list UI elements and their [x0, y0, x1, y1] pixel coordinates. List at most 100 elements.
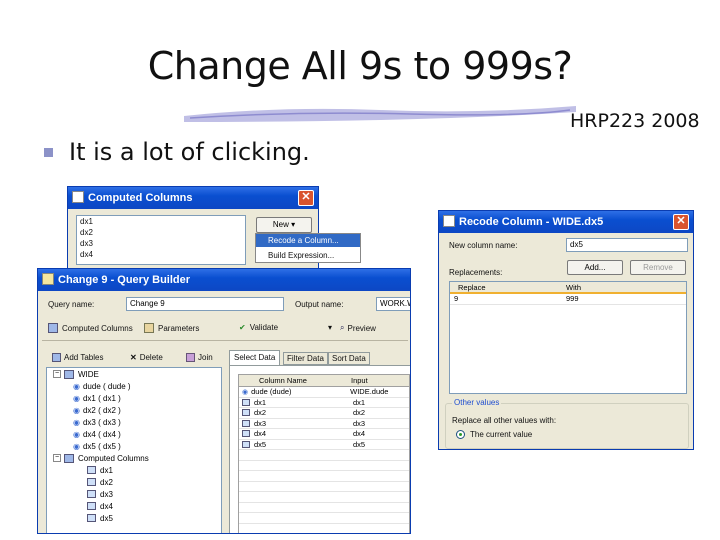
input-cell[interactable]: dx1: [349, 398, 365, 407]
tree-item[interactable]: ◉ dx1 ( dx1 ): [47, 392, 221, 404]
tab-select-data[interactable]: Select Data: [229, 350, 281, 365]
delete-icon: ✕: [130, 353, 137, 362]
title-underline-decoration: [184, 106, 576, 122]
tree-item[interactable]: ◉ dx4 ( dx4 ): [47, 428, 221, 440]
add-tables-button[interactable]: Add Tables: [52, 353, 103, 362]
query-icon: [42, 273, 54, 285]
grid-icon: [87, 478, 96, 486]
output-name-label: Output name:: [295, 300, 344, 309]
query-name-input[interactable]: Change 9: [126, 297, 284, 311]
tree-item[interactable]: dx1: [47, 464, 221, 476]
tree-item[interactable]: ◉ dude ( dude ): [47, 380, 221, 392]
column-name-cell[interactable]: dx1: [254, 398, 349, 407]
tree-item-label: dx3 ( dx3 ): [82, 417, 121, 427]
empty-row: [239, 461, 409, 471]
column-icon: ◉: [73, 405, 80, 415]
tree-item[interactable]: dx5: [47, 512, 221, 524]
table-row[interactable]: ◉ dude (dude) WIDE.dude: [239, 387, 409, 398]
current-value-option[interactable]: The current value: [456, 430, 532, 439]
computed-columns-titlebar: Computed Columns ✕: [68, 187, 318, 209]
new-button[interactable]: New ▾: [256, 217, 312, 233]
checkmark-icon: ✔: [239, 323, 246, 332]
input-cell[interactable]: dx2: [349, 408, 365, 417]
grid-icon: [87, 466, 96, 474]
column-header[interactable]: With: [560, 283, 581, 292]
column-icon: ◉: [73, 429, 80, 439]
tables-tree[interactable]: − WIDE ◉ dude ( dude ) ◉ dx1 ( dx1 ) ◉ dx2 …: [46, 367, 222, 533]
tree-item[interactable]: dx2: [47, 476, 221, 488]
menu-item-recode[interactable]: Recode a Column...: [256, 234, 360, 247]
radio-selected-icon[interactable]: [456, 430, 465, 439]
tab-filter-data[interactable]: Filter Data: [283, 352, 328, 365]
tree-item[interactable]: ◉ dx3 ( dx3 ): [47, 416, 221, 428]
tree-item[interactable]: ◉ dx5 ( dx5 ): [47, 440, 221, 452]
tree-item-label: dx4 ( dx4 ): [82, 429, 121, 439]
preview-icon: ⌕: [340, 323, 345, 332]
menu-item-build-expression[interactable]: Build Expression...: [256, 249, 360, 262]
column-name-cell[interactable]: dude (dude): [251, 387, 346, 396]
input-cell[interactable]: dx4: [349, 429, 365, 438]
dropdown-arrow-icon[interactable]: ▾: [328, 323, 332, 332]
list-item[interactable]: dx2: [77, 227, 245, 238]
table-row[interactable]: dx5 dx5: [239, 440, 409, 450]
table-row[interactable]: dx4 dx4: [239, 429, 409, 440]
grid-header: Column Name Input: [239, 375, 409, 387]
replacements-grid[interactable]: Replace With 9 999: [449, 281, 687, 394]
grid-icon: [242, 430, 250, 438]
empty-row: [239, 450, 409, 461]
collapse-icon[interactable]: −: [53, 454, 61, 462]
computed-list[interactable]: dx1 dx2 dx3 dx4: [76, 215, 246, 265]
column-name-cell[interactable]: dx3: [254, 419, 349, 428]
query-builder-titlebar: Change 9 - Query Builder: [38, 269, 410, 291]
table-row[interactable]: dx2 dx2: [239, 408, 409, 419]
column-name-cell[interactable]: dx4: [254, 429, 349, 438]
option-label: The current value: [470, 430, 533, 439]
remove-button[interactable]: Remove: [630, 260, 686, 275]
tree-item[interactable]: ◉ dx2 ( dx2 ): [47, 404, 221, 416]
table-row[interactable]: 9 999: [450, 294, 686, 305]
input-cell[interactable]: WIDE.dude: [346, 387, 388, 396]
tree-item[interactable]: dx3: [47, 488, 221, 500]
column-header[interactable]: Input: [347, 376, 368, 385]
input-cell[interactable]: dx5: [349, 440, 365, 449]
input-cell[interactable]: dx3: [349, 419, 365, 428]
table-row[interactable]: dx3 dx3: [239, 419, 409, 429]
join-button[interactable]: Join: [186, 353, 213, 362]
add-table-icon: [52, 353, 61, 362]
tree-root-label: WIDE: [78, 369, 99, 379]
tree-item-label: dx2: [100, 477, 113, 487]
column-header[interactable]: Column Name: [239, 376, 347, 385]
tree-item[interactable]: dx4: [47, 500, 221, 512]
tree-node-wide[interactable]: − WIDE: [47, 368, 221, 380]
with-value[interactable]: 999: [560, 294, 579, 303]
collapse-icon[interactable]: −: [53, 370, 61, 378]
tree-node-computed[interactable]: − Computed Columns: [47, 452, 221, 464]
table-icon: [48, 323, 58, 333]
column-name-cell[interactable]: dx5: [254, 440, 349, 449]
preview-button[interactable]: ⌕ Preview: [340, 323, 376, 333]
column-header[interactable]: Replace: [450, 283, 560, 292]
columns-grid[interactable]: Column Name Input ◉ dude (dude) WIDE.dude d…: [238, 374, 410, 533]
replace-value[interactable]: 9: [450, 294, 560, 303]
validate-button[interactable]: ✔ Validate: [239, 323, 278, 332]
empty-row: [239, 503, 409, 513]
new-menu: Recode a Column... Build Expression...: [255, 233, 361, 263]
parameters-button[interactable]: Parameters: [144, 323, 199, 333]
list-item[interactable]: dx4: [77, 249, 245, 260]
tab-sort-data[interactable]: Sort Data: [328, 352, 370, 365]
join-label: Join: [198, 353, 213, 362]
table-row[interactable]: dx1 dx1: [239, 398, 409, 408]
close-button[interactable]: ✕: [298, 190, 314, 206]
column-icon: ◉: [73, 441, 80, 451]
output-name-input[interactable]: WORK.W: [376, 297, 410, 311]
new-column-name-input[interactable]: dx5: [566, 238, 688, 252]
close-button[interactable]: ✕: [673, 214, 689, 230]
computed-columns-button[interactable]: Computed Columns: [48, 323, 133, 333]
list-item[interactable]: dx1: [77, 216, 245, 227]
column-icon: ◉: [73, 417, 80, 427]
delete-button[interactable]: ✕ Delete: [130, 353, 163, 362]
add-button[interactable]: Add...: [567, 260, 623, 275]
list-item[interactable]: dx3: [77, 238, 245, 249]
column-name-cell[interactable]: dx2: [254, 408, 349, 417]
other-values-label: Replace all other values with:: [452, 416, 557, 425]
